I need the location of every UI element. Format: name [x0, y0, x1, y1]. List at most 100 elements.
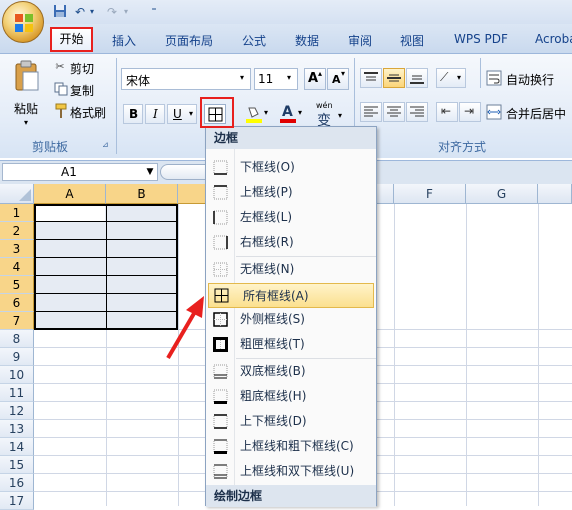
shrink-font-icon: A [332, 73, 341, 86]
phonetic-pinyin: wén [316, 101, 333, 110]
menu-item-left-border[interactable]: 左框线(L) [206, 205, 376, 230]
row-header-10[interactable]: 10 [0, 366, 34, 384]
row-header-17[interactable]: 17 [0, 492, 34, 510]
row-header-2[interactable]: 2 [0, 222, 34, 240]
tab-insert[interactable]: 插入 [112, 32, 136, 49]
merge-center-button[interactable]: 合并后居中 [486, 102, 572, 122]
tab-formulas[interactable]: 公式 [242, 32, 266, 49]
tab-home[interactable]: 开始 [50, 27, 93, 52]
select-all-corner[interactable] [0, 184, 34, 204]
align-top-button[interactable] [360, 68, 382, 88]
font-size-select[interactable]: 11 ▾ [254, 68, 298, 90]
name-box-dropdown-icon[interactable]: ▼ [143, 163, 157, 181]
menu-item-no-border[interactable]: 无框线(N) [206, 257, 376, 282]
tab-review[interactable]: 审阅 [348, 32, 372, 49]
select-all-triangle-icon [19, 189, 31, 201]
row-header-4[interactable]: 4 [0, 258, 34, 276]
increase-indent-icon: ⇥ [464, 104, 475, 118]
chevron-down-icon: ▾ [298, 108, 303, 117]
row-header-6[interactable]: 6 [0, 294, 34, 312]
bold-button[interactable]: B [123, 104, 143, 124]
row-header-9[interactable]: 9 [0, 348, 34, 366]
gridline [538, 204, 539, 506]
font-color-button[interactable]: A ▾ [278, 104, 308, 124]
shrink-font-button[interactable]: A ▾ [327, 68, 349, 90]
menu-item-outside-borders[interactable]: 外侧框线(S) [206, 307, 376, 332]
bottom-border-icon [213, 160, 228, 175]
row-header-1[interactable]: 1 [0, 204, 34, 222]
merge-center-label: 合并后居中 [506, 107, 567, 121]
tab-wps-pdf[interactable]: WPS PDF [454, 32, 508, 46]
menu-item-all-borders[interactable]: 所有框线(A) [208, 283, 374, 308]
tab-data[interactable]: 数据 [295, 32, 319, 49]
copy-button[interactable]: 复制 [52, 80, 112, 98]
gridline [394, 204, 395, 506]
orientation-icon: ⟋ [440, 70, 449, 84]
menu-item-thick-box-border[interactable]: 粗匣框线(T) [206, 332, 376, 357]
align-middle-button[interactable] [383, 68, 405, 88]
align-left-button[interactable] [360, 102, 382, 122]
align-center-button[interactable] [383, 102, 405, 122]
decrease-indent-button[interactable]: ⇤ [436, 102, 458, 122]
underline-icon: U [173, 107, 182, 121]
tab-page-layout[interactable]: 页面布局 [165, 32, 213, 49]
fill-color-button[interactable]: ▾ [244, 104, 274, 124]
orientation-button[interactable]: ⟋ ▾ [436, 68, 466, 88]
menu-item-label: 右框线(R) [240, 235, 294, 249]
bottom-double-border-icon [213, 364, 228, 379]
right-border-icon [213, 235, 228, 250]
top-thick-bottom-border-icon [213, 439, 228, 454]
format-painter-button[interactable]: 格式刷 [52, 102, 112, 120]
row-header-15[interactable]: 15 [0, 456, 34, 474]
menu-item-right-border[interactable]: 右框线(R) [206, 230, 376, 255]
column-header-b[interactable]: B [106, 184, 178, 204]
office-button[interactable] [2, 1, 44, 43]
undo-dropdown-icon[interactable]: ▾ [84, 4, 100, 20]
customize-quick-access-icon[interactable]: ⁼ [146, 4, 162, 20]
column-header-h[interactable] [538, 184, 572, 204]
cut-button[interactable]: ✂ 剪切 [52, 58, 112, 76]
menu-item-top-border[interactable]: 上框线(P) [206, 180, 376, 205]
column-header-g[interactable]: G [466, 184, 538, 204]
group-separator [116, 58, 117, 154]
gridline [34, 221, 178, 222]
column-header-a[interactable]: A [34, 184, 106, 204]
menu-item-thick-bottom-border[interactable]: 粗底框线(H) [206, 384, 376, 409]
font-size-value: 11 [258, 72, 274, 86]
align-bottom-button[interactable] [406, 68, 428, 88]
redo-dropdown-icon[interactable]: ▾ [118, 4, 134, 20]
name-box[interactable]: A1 [2, 163, 158, 181]
row-header-12[interactable]: 12 [0, 402, 34, 420]
row-header-8[interactable]: 8 [0, 330, 34, 348]
paste-button[interactable]: 粘贴 ▾ [8, 60, 46, 128]
row-header-3[interactable]: 3 [0, 240, 34, 258]
menu-item-top-double-bottom-border[interactable]: 上框线和双下框线(U) [206, 459, 376, 484]
increase-indent-button[interactable]: ⇥ [459, 102, 481, 122]
phonetic-guide-button[interactable]: wén 变 ▾ [314, 101, 348, 129]
row-header-5[interactable]: 5 [0, 276, 34, 294]
row-header-7[interactable]: 7 [0, 312, 34, 330]
align-right-button[interactable] [406, 102, 428, 122]
menu-item-top-bottom-border[interactable]: 上下框线(D) [206, 409, 376, 434]
tab-acrobat[interactable]: Acroba [535, 32, 572, 46]
italic-button[interactable]: I [145, 104, 165, 124]
font-name-select[interactable]: 宋体 ▾ [121, 68, 251, 90]
save-icon[interactable] [52, 4, 68, 20]
menu-item-bottom-double-border[interactable]: 双底框线(B) [206, 359, 376, 384]
clipboard-dialog-launcher-icon[interactable]: ⊿ [102, 140, 109, 149]
chevron-down-icon: ▾ [264, 108, 269, 117]
row-header-14[interactable]: 14 [0, 438, 34, 456]
row-header-11[interactable]: 11 [0, 384, 34, 402]
italic-icon: I [153, 107, 158, 121]
grow-font-button[interactable]: A ▴ [304, 68, 326, 90]
top-border-icon [213, 185, 228, 200]
row-header-16[interactable]: 16 [0, 474, 34, 492]
menu-item-bottom-border[interactable]: 下框线(O) [206, 155, 376, 180]
wrap-text-button[interactable]: 自动换行 [486, 68, 572, 88]
column-header-f[interactable]: F [394, 184, 466, 204]
underline-button[interactable]: U ▾ [167, 104, 197, 124]
menu-item-top-thick-bottom-border[interactable]: 上框线和粗下框线(C) [206, 434, 376, 459]
tab-view[interactable]: 视图 [400, 32, 424, 49]
row-header-13[interactable]: 13 [0, 420, 34, 438]
menu-item-label: 粗底框线(H) [240, 389, 307, 403]
